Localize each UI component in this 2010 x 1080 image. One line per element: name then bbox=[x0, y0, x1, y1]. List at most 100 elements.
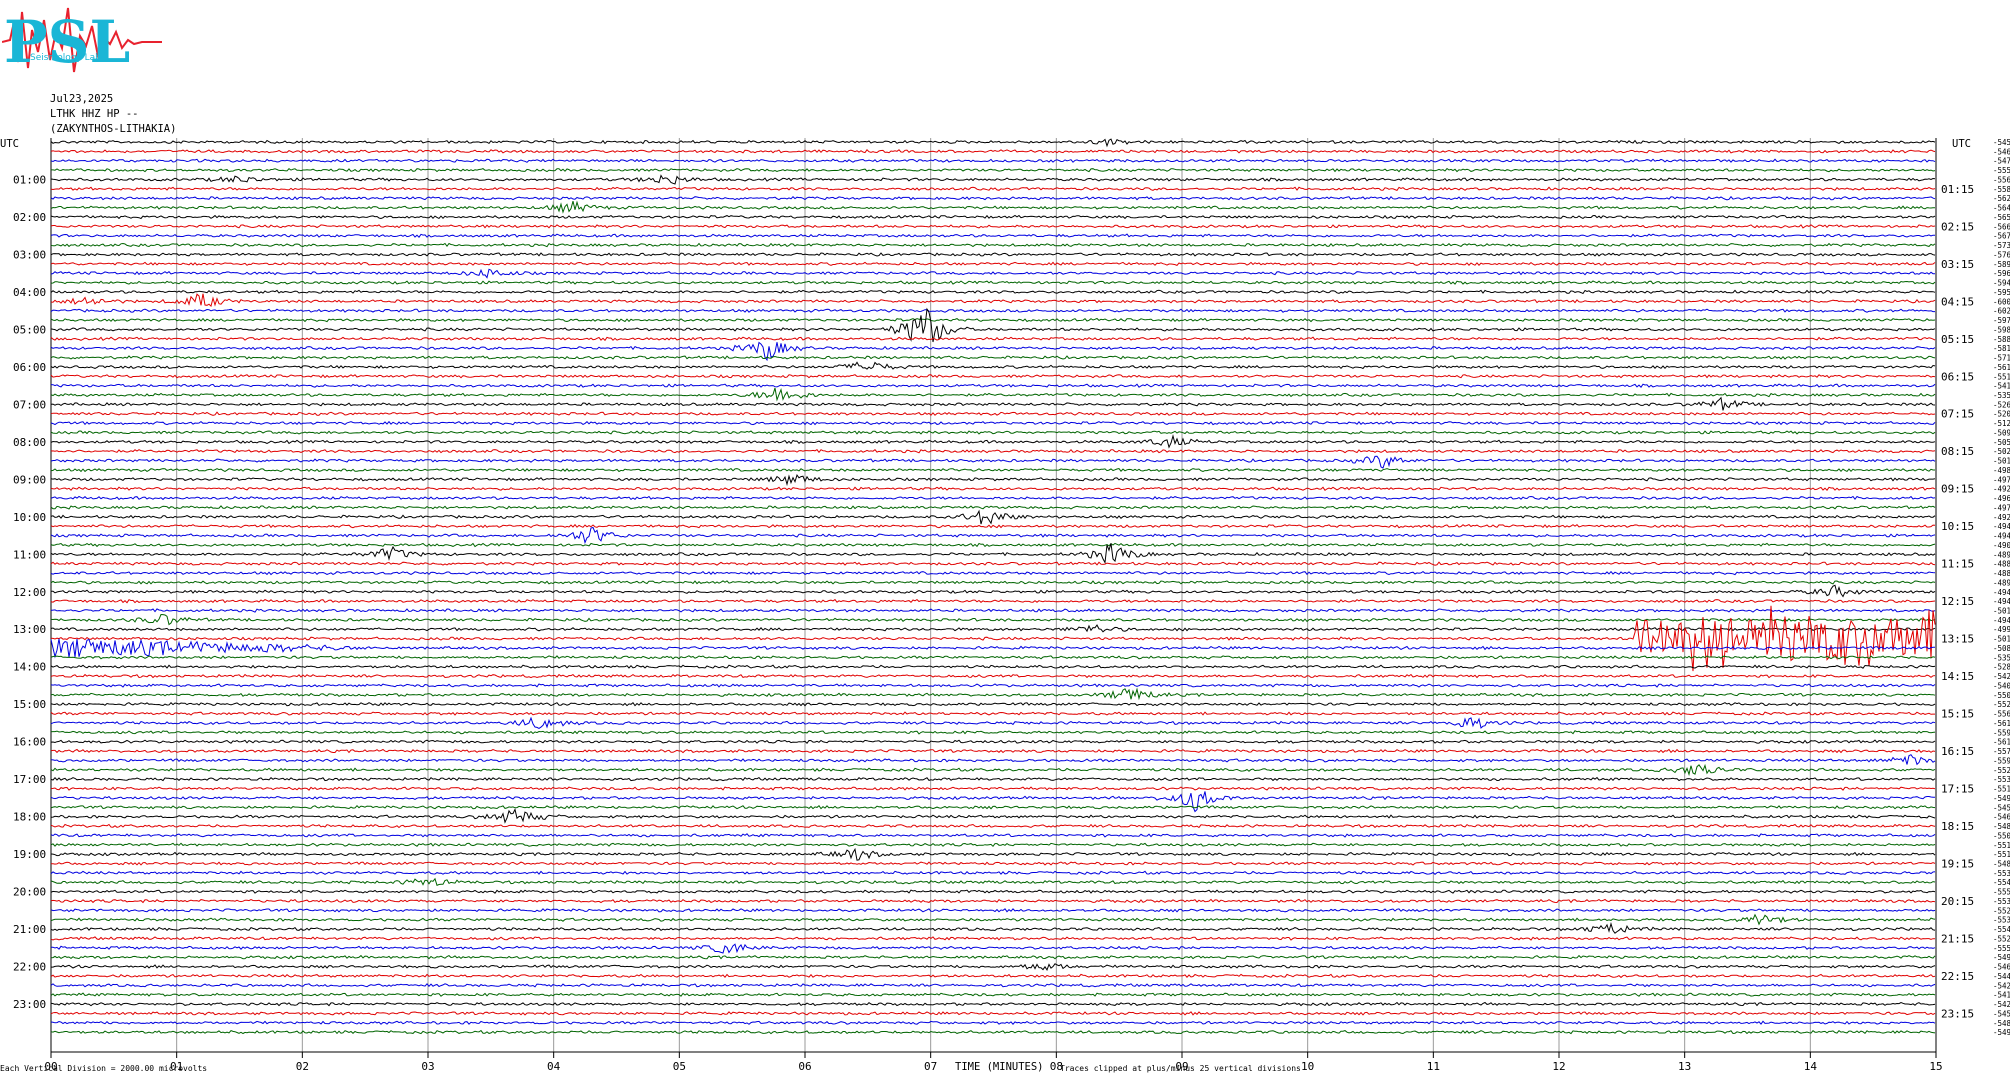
trace-1 bbox=[50, 149, 1936, 154]
x-tick-label: 04 bbox=[547, 1060, 561, 1073]
trace-offset-label: -6022 bbox=[1993, 307, 2010, 316]
hour-label-left: 19:00 bbox=[13, 848, 46, 861]
trace-65 bbox=[50, 748, 1936, 754]
x-axis-label: TIME (MINUTES) bbox=[955, 1061, 1044, 1073]
trace-offset-label: -5523 bbox=[1993, 700, 2010, 709]
trace-offset-label: -5590 bbox=[1993, 728, 2010, 737]
trace-offset-label: -5476 bbox=[1993, 157, 2010, 166]
trace-offset-label: -5764 bbox=[1993, 250, 2010, 259]
hour-label-left: 13:00 bbox=[13, 623, 46, 636]
trace-50 bbox=[50, 608, 1936, 613]
trace-81 bbox=[50, 898, 1936, 904]
trace-53 bbox=[50, 605, 1936, 672]
trace-offset-label: -5013 bbox=[1993, 457, 2010, 466]
trace-32 bbox=[50, 434, 1936, 449]
hour-label-right: 19:15 bbox=[1941, 857, 1974, 870]
trace-offset-label: -5495 bbox=[1993, 953, 2010, 962]
hour-label-left: 04:00 bbox=[13, 286, 46, 299]
left-axis-label: UTC bbox=[0, 138, 19, 150]
trace-27 bbox=[50, 387, 1936, 402]
hour-label-left: 20:00 bbox=[13, 886, 46, 899]
trace-offset-label: -5613 bbox=[1993, 363, 2010, 372]
trace-63 bbox=[50, 730, 1936, 735]
trace-offset-label: -5354 bbox=[1993, 653, 2010, 662]
trace-offset-label: -5506 bbox=[1993, 691, 2010, 700]
trace-52 bbox=[50, 624, 1936, 633]
trace-47 bbox=[50, 580, 1936, 585]
trace-88 bbox=[51, 963, 1936, 972]
x-tick-label: 14 bbox=[1804, 1060, 1818, 1073]
hour-label-left: 03:00 bbox=[13, 248, 46, 261]
trace-offset-label: -4944 bbox=[1993, 588, 2010, 597]
trace-offset-label: -5081 bbox=[1993, 644, 2010, 653]
trace-offset-label: -5619 bbox=[1993, 738, 2010, 747]
trace-73 bbox=[50, 823, 1936, 829]
trace-offset-label: -5524 bbox=[1993, 766, 2010, 775]
trace-offset-label: -5464 bbox=[1993, 147, 2010, 156]
trace-17 bbox=[50, 293, 1936, 308]
trace-offset-label: -5260 bbox=[1993, 400, 2010, 409]
trace-offset-label: -5489 bbox=[1993, 859, 2010, 868]
trace-offset-label: -5540 bbox=[1993, 925, 2010, 934]
trace-offset-label: -5518 bbox=[1993, 785, 2010, 794]
trace-15 bbox=[50, 280, 1936, 285]
hour-label-right: 12:15 bbox=[1941, 595, 1974, 608]
trace-33 bbox=[50, 448, 1936, 454]
trace-75 bbox=[50, 842, 1936, 848]
trace-39 bbox=[50, 505, 1936, 510]
trace-87 bbox=[50, 954, 1936, 960]
trace-80 bbox=[50, 889, 1936, 894]
clip-note: Traces clipped at plus/minus 25 vertical… bbox=[1060, 1064, 1301, 1073]
trace-5 bbox=[50, 186, 1936, 192]
hour-label-right: 21:15 bbox=[1941, 932, 1974, 945]
trace-offset-label: -5510 bbox=[1993, 372, 2010, 381]
trace-offset-label: -5521 bbox=[1993, 934, 2010, 943]
trace-offset-label: -5612 bbox=[1993, 719, 2010, 728]
hour-label-left: 07:00 bbox=[13, 398, 46, 411]
trace-offset-label: -4948 bbox=[1993, 597, 2010, 606]
trace-94 bbox=[50, 1020, 1936, 1025]
trace-offset-label: -5893 bbox=[1993, 260, 2010, 269]
trace-66 bbox=[50, 754, 1936, 766]
trace-31 bbox=[50, 430, 1936, 435]
trace-56 bbox=[50, 664, 1936, 669]
trace-offset-label: -4884 bbox=[1993, 569, 2010, 578]
trace-83 bbox=[50, 913, 1936, 926]
trace-23 bbox=[50, 355, 1936, 360]
hour-label-left: 14:00 bbox=[13, 661, 46, 674]
trace-offset-label: -4993 bbox=[1993, 625, 2010, 634]
trace-offset-label: -5591 bbox=[1993, 756, 2010, 765]
trace-offset-label: -5553 bbox=[1993, 166, 2010, 175]
trace-9 bbox=[50, 224, 1936, 229]
trace-offset-label: -5545 bbox=[1993, 878, 2010, 887]
trace-4 bbox=[50, 174, 1936, 185]
trace-24 bbox=[50, 361, 1936, 370]
hour-label-left: 17:00 bbox=[13, 773, 46, 786]
trace-37 bbox=[50, 486, 1936, 492]
trace-45 bbox=[50, 561, 1936, 566]
trace-16 bbox=[50, 289, 1936, 295]
hour-label-right: 13:15 bbox=[1941, 633, 1974, 646]
trace-71 bbox=[50, 804, 1936, 810]
trace-46 bbox=[50, 570, 1936, 576]
trace-49 bbox=[50, 598, 1936, 604]
trace-offset-label: -5485 bbox=[1993, 1019, 2010, 1028]
trace-offset-label: -5532 bbox=[1993, 869, 2010, 878]
hour-label-right: 03:15 bbox=[1941, 258, 1974, 271]
hour-label-left: 05:00 bbox=[13, 323, 46, 336]
trace-offset-label: -5814 bbox=[1993, 344, 2010, 353]
hour-label-right: 15:15 bbox=[1941, 708, 1974, 721]
trace-2 bbox=[50, 158, 1936, 163]
trace-57 bbox=[50, 673, 1936, 679]
trace-offset-label: -5555 bbox=[1993, 888, 2010, 897]
trace-19 bbox=[50, 317, 1936, 323]
trace-43 bbox=[50, 542, 1936, 548]
x-tick-label: 13 bbox=[1678, 1060, 1691, 1073]
trace-offset-label: -4947 bbox=[1993, 532, 2010, 541]
x-tick-label: 15 bbox=[1929, 1060, 1942, 1073]
trace-58 bbox=[50, 683, 1936, 688]
trace-64 bbox=[50, 739, 1936, 744]
trace-41 bbox=[50, 523, 1936, 529]
trace-offset-label: -5958 bbox=[1993, 288, 2010, 297]
trace-offset-label: -4905 bbox=[1993, 541, 2010, 550]
